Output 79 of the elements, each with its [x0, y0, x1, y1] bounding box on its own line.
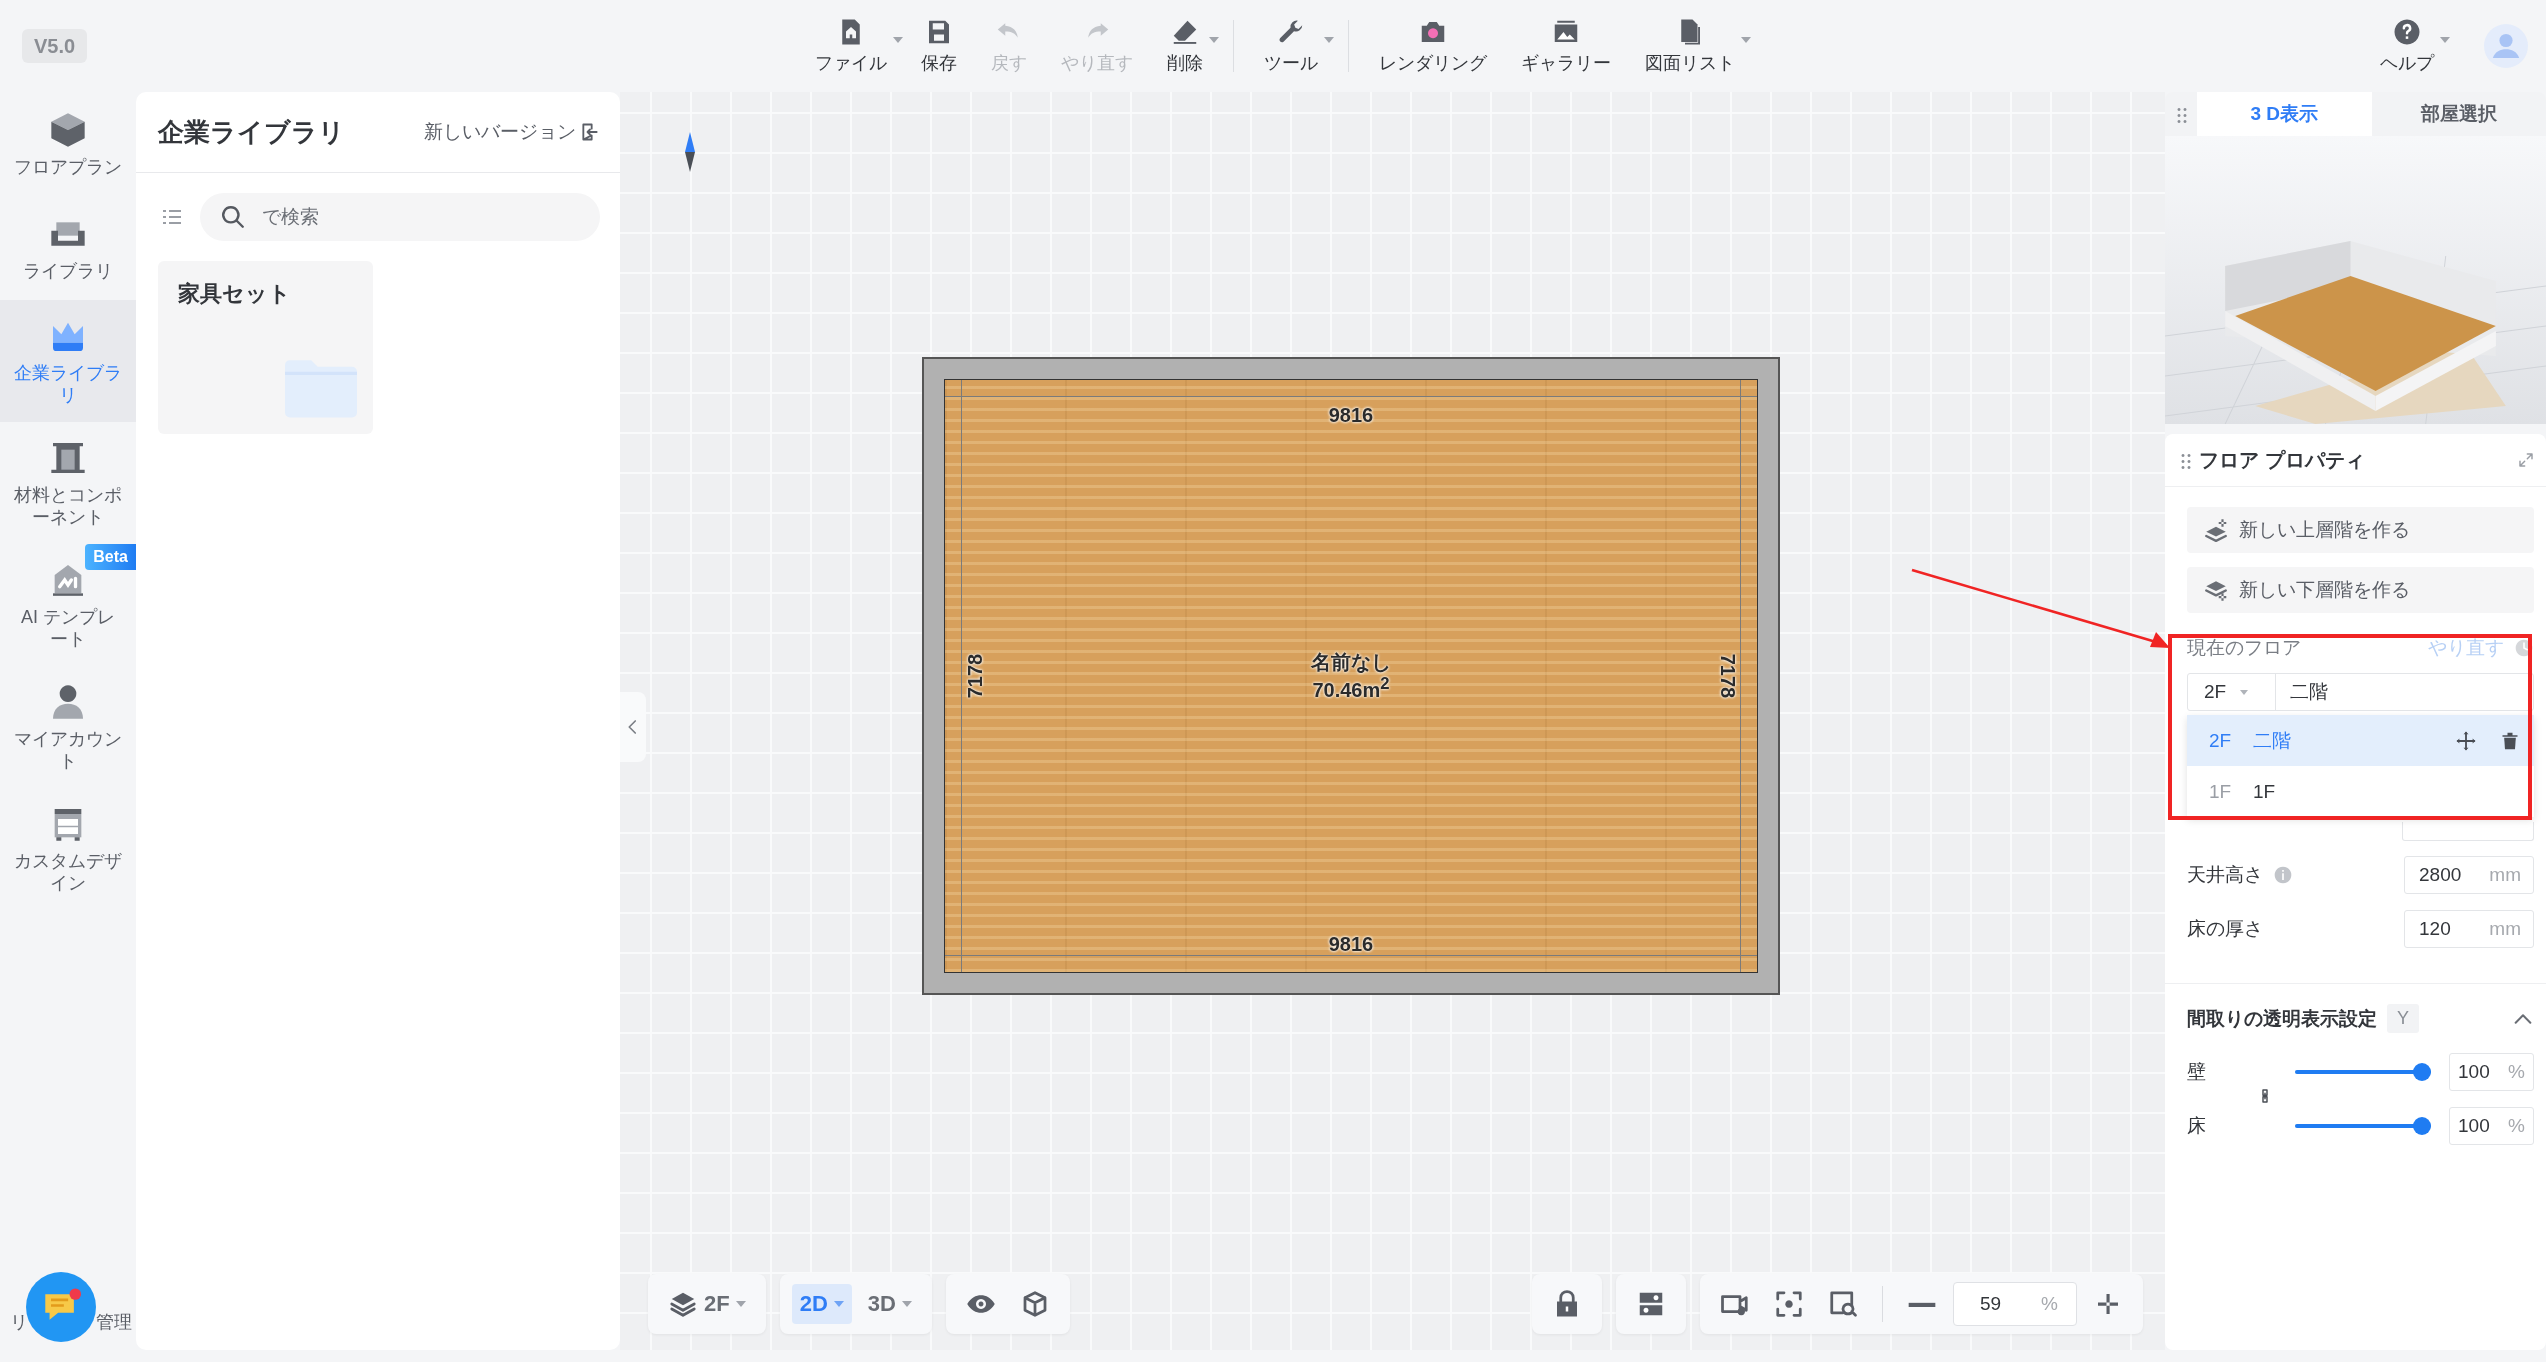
search-field[interactable]: で検索: [200, 193, 600, 241]
caret-icon: [1324, 37, 1334, 43]
help-icon: [2392, 17, 2422, 47]
expand-icon[interactable]: [2518, 452, 2534, 468]
folder-icon: [285, 358, 357, 418]
floor-option[interactable]: 2F 二階: [2187, 715, 2534, 766]
caret-icon: [1741, 37, 1751, 43]
floor-option[interactable]: 1F 1F: [2187, 766, 2534, 817]
beta-badge: Beta: [85, 544, 136, 570]
add-floor-button[interactable]: 新しい上層階を作る: [2187, 507, 2534, 553]
sidebar-label: 管理: [96, 1311, 132, 1334]
caret-icon: [893, 37, 903, 43]
sidebar-item[interactable]: カスタムデザイン: [0, 788, 136, 910]
room-area: 70.46m$^{2}$: [1312, 673, 1390, 701]
trash-icon[interactable]: [2500, 730, 2520, 751]
shortcut-key: Y: [2387, 1004, 2419, 1033]
number-field[interactable]: 120 mm: [2404, 910, 2534, 948]
slider-label: 壁: [2187, 1060, 2207, 1084]
toolbar-button[interactable]: 保存: [907, 13, 971, 79]
toolbar-button[interactable]: レンダリング: [1365, 13, 1501, 79]
dimension-label: 7178: [1715, 653, 1739, 699]
view-mode-tab[interactable]: 2D: [791, 1284, 852, 1324]
panel-title: 企業ライブラリ: [158, 115, 345, 149]
floor-name: 1F: [2253, 780, 2277, 803]
help-button[interactable]: ヘルプ: [2366, 13, 2448, 79]
sidebar-item[interactable]: マイアカウント: [0, 666, 136, 788]
toolbar-button[interactable]: ツール: [1250, 13, 1332, 79]
panel-tab[interactable]: 部屋選択: [2371, 92, 2546, 136]
compass-icon: [684, 132, 696, 172]
field-label: 現在のフロア: [2187, 636, 2301, 660]
floor-name: 二階: [2253, 728, 2292, 753]
toolbar-button[interactable]: 削除: [1153, 13, 1217, 79]
minus-icon: [1907, 1300, 1937, 1308]
move-icon[interactable]: [2456, 730, 2476, 751]
layers-plus-icon: [2203, 517, 2229, 543]
opacity-slider[interactable]: [2295, 1063, 2431, 1081]
add-floor-button[interactable]: 新しい下層階を作る: [2187, 567, 2534, 613]
view-mode-tab[interactable]: 3D: [859, 1284, 920, 1324]
caret-icon: [833, 1301, 844, 1307]
search-icon: [220, 204, 246, 230]
sidebar-item[interactable]: 材料とコンポーネント: [0, 422, 136, 544]
section-title: 間取りの透明表示設定: [2187, 1006, 2377, 1031]
zoom-in-icon: [1828, 1289, 1858, 1319]
sidebar-item[interactable]: フロアプラン: [0, 92, 136, 196]
caret-icon: [901, 1301, 912, 1307]
room-name: 名前なし: [1311, 651, 1391, 674]
floor-code: 2F: [2209, 729, 2229, 752]
number-field[interactable]: 100 %: [2449, 1107, 2534, 1145]
caret-icon: [1209, 37, 1219, 43]
opacity-slider[interactable]: [2295, 1117, 2431, 1135]
toolbar-button[interactable]: ギャラリー: [1507, 13, 1625, 79]
sidebar-item[interactable]: 企業ライブラリ: [0, 300, 136, 422]
collapse-handle[interactable]: [620, 692, 646, 762]
panel-tab[interactable]: 3 D表示: [2197, 92, 2372, 136]
version-badge: V5.0: [22, 28, 88, 63]
new-version-link[interactable]: 新しいバージョン: [424, 119, 600, 145]
sidebar-item[interactable]: AI テンプレート Beta: [0, 544, 136, 666]
toolbar-button[interactable]: ファイル: [801, 13, 901, 79]
field-label: 天井高さ: [2187, 863, 2263, 887]
zoom-field[interactable]: 59 %: [1953, 1282, 2077, 1326]
focus-icon: [1774, 1289, 1804, 1319]
dimension-label: 9816: [1328, 933, 1374, 956]
slider-label: 床: [2187, 1114, 2207, 1138]
panel-title: フロア プロパティ: [2199, 447, 2366, 473]
exit-icon: [580, 122, 600, 142]
sidebar-item[interactable]: ライブラリ: [0, 196, 136, 300]
dimension-label: 7178: [963, 653, 987, 699]
caret-icon: [2440, 37, 2450, 43]
number-field[interactable]: 2800 mm: [2404, 856, 2534, 894]
toolbar-button[interactable]: 図面リスト: [1631, 13, 1749, 79]
caret-icon: [735, 1301, 746, 1307]
floor-code: 1F: [2209, 780, 2229, 803]
field-label: 床の厚さ: [2187, 917, 2263, 941]
number-field[interactable]: [2402, 822, 2534, 841]
number-field[interactable]: 100 %: [2449, 1053, 2534, 1091]
dimension-label: 9816: [1328, 404, 1374, 427]
folder-card[interactable]: 家具セット: [158, 261, 373, 434]
room-plan[interactable]: 9816 9816 7178 7178 名前なし 70.46m$^{2}$: [922, 357, 1780, 995]
sidebar-label: リ: [10, 1311, 28, 1334]
